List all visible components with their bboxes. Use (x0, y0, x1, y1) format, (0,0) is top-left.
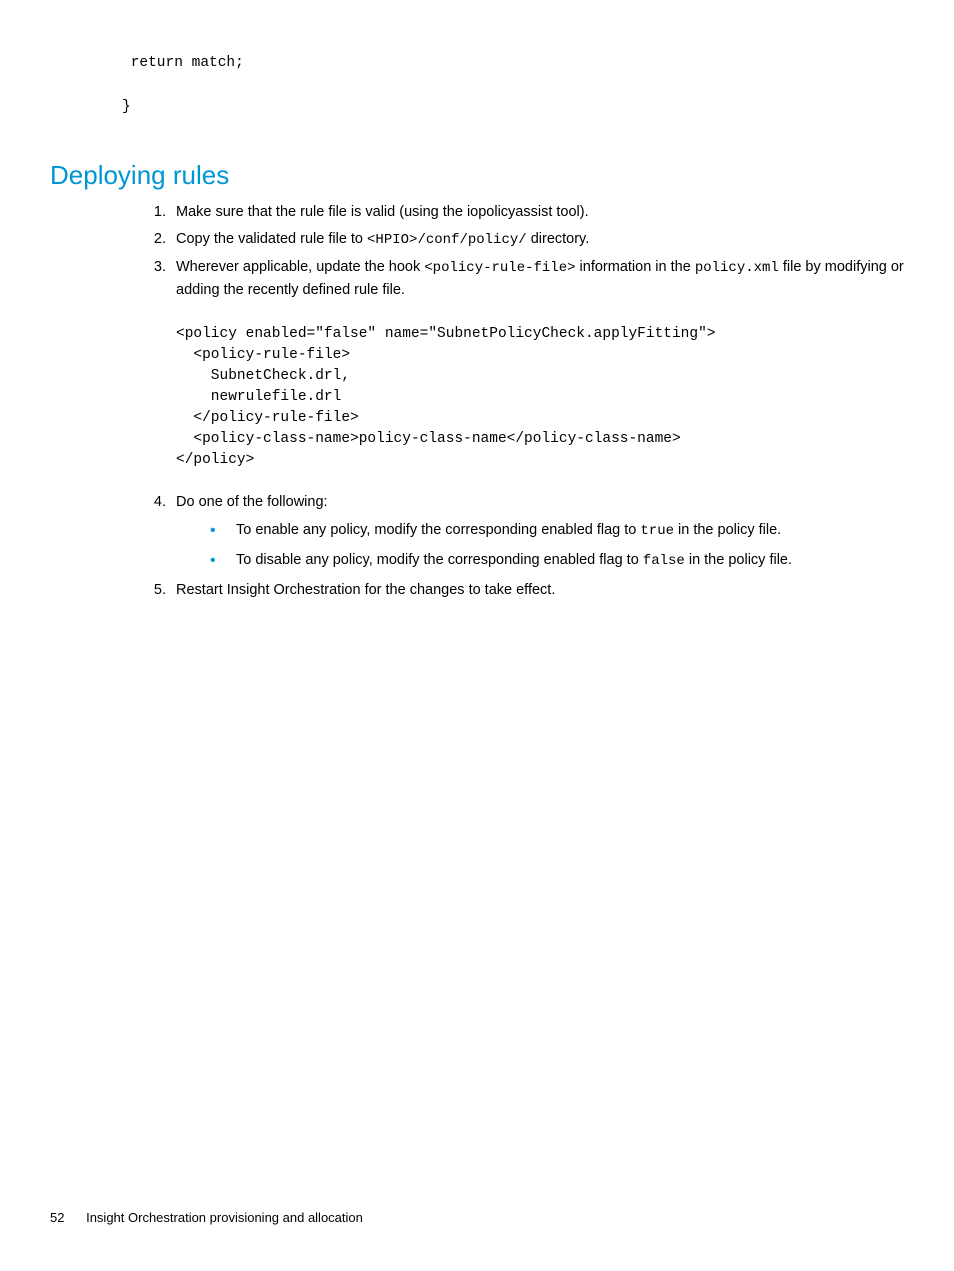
step-4: 4. Do one of the following: To enable an… (144, 491, 904, 573)
sub-bullets: To enable any policy, modify the corresp… (208, 519, 904, 572)
step-text: Wherever applicable, update the hook (176, 259, 424, 275)
step-number: 2. (144, 228, 166, 250)
step-text: directory. (527, 231, 590, 247)
code-inline: <HPIO>/conf/policy/ (367, 232, 527, 248)
bullet-disable: To disable any policy, modify the corres… (208, 549, 904, 573)
bullet-text: in the policy file. (685, 552, 792, 568)
code-inline: true (640, 523, 674, 539)
step-3: 3. Wherever applicable, update the hook … (144, 256, 904, 302)
bullet-text: To disable any policy, modify the corres… (236, 552, 643, 568)
page-number: 52 (50, 1210, 64, 1225)
steps-list: 1. Make sure that the rule file is valid… (144, 201, 904, 301)
section-heading: Deploying rules (50, 156, 904, 195)
step-1: 1. Make sure that the rule file is valid… (144, 201, 904, 223)
steps-list-cont: 4. Do one of the following: To enable an… (144, 491, 904, 601)
page-footer: 52 Insight Orchestration provisioning an… (50, 1208, 363, 1228)
code-inline: false (643, 553, 685, 569)
step-text: Copy the validated rule file to (176, 231, 367, 247)
step-2: 2. Copy the validated rule file to <HPIO… (144, 228, 904, 252)
step-number: 3. (144, 256, 166, 278)
step-number: 4. (144, 491, 166, 513)
step-number: 5. (144, 579, 166, 601)
step-text: Do one of the following: (176, 494, 328, 510)
bullet-text: in the policy file. (674, 522, 781, 538)
code-inline: <policy-rule-file> (424, 260, 575, 276)
step-5: 5. Restart Insight Orchestration for the… (144, 579, 904, 601)
step-number: 1. (144, 201, 166, 223)
xml-code-block: <policy enabled="false" name="SubnetPoli… (176, 324, 904, 471)
code-inline: policy.xml (695, 260, 779, 276)
step-text: Restart Insight Orchestration for the ch… (176, 582, 555, 598)
step-text: Make sure that the rule file is valid (u… (176, 204, 589, 220)
code-fragment-return: return match; (122, 50, 904, 78)
bullet-text: To enable any policy, modify the corresp… (236, 522, 640, 538)
footer-title: Insight Orchestration provisioning and a… (86, 1210, 363, 1225)
code-fragment-brace: } (122, 90, 904, 125)
bullet-enable: To enable any policy, modify the corresp… (208, 519, 904, 543)
step-text: information in the (576, 259, 695, 275)
